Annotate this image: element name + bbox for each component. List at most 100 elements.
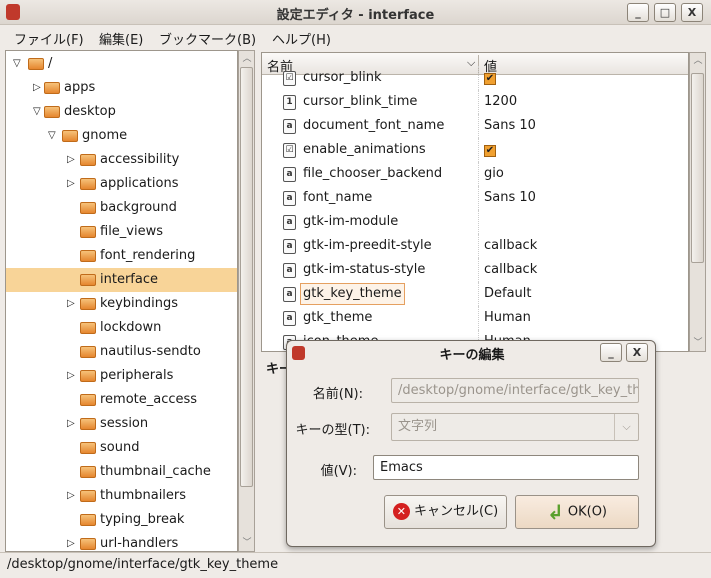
checkbox[interactable]: ✔ [484, 73, 496, 85]
string-key-icon: a [283, 215, 296, 230]
tree-scrollbar[interactable]: ︿ ﹀ [238, 50, 255, 552]
tree-item[interactable]: nautilus-sendto [6, 340, 237, 364]
key-row[interactable]: a gtk-im-preedit-style callback [262, 234, 688, 258]
scroll-up-icon[interactable]: ︿ [240, 52, 254, 66]
expander-open-icon[interactable]: ▽ [33, 100, 41, 124]
value-input[interactable]: Emacs [373, 455, 639, 480]
key-list[interactable]: 名前 ⌵ 値 ☑ cursor_blink ✔ 1 cursor_blink_time 1… [261, 52, 689, 352]
menu-file[interactable]: ファイル(F) [14, 29, 84, 48]
expander-closed-icon[interactable]: ▷ [67, 148, 75, 172]
tree-item[interactable]: ▷ accessibility [6, 148, 237, 172]
tree-item[interactable]: ▷ url-handlers [6, 532, 237, 551]
close-button[interactable]: X [681, 3, 703, 22]
key-value: Sans 10 [484, 118, 536, 133]
key-row[interactable]: a gtk_theme Human [262, 306, 688, 330]
cancel-icon: ✕ [392, 503, 410, 520]
tree-item-label: applications [100, 176, 179, 191]
tree-item[interactable]: ▷ session [6, 412, 237, 436]
key-name: font_name [303, 190, 373, 205]
folder-icon [62, 130, 78, 142]
enter-arrow-icon: ↲ [546, 500, 564, 524]
folder-icon [44, 106, 60, 118]
key-row[interactable]: a font_name Sans 10 [262, 186, 688, 210]
tree-item[interactable]: ▽ gnome [6, 124, 237, 148]
tree-item[interactable]: ▷ thumbnailers [6, 484, 237, 508]
expander-closed-icon[interactable]: ▷ [67, 484, 75, 508]
status-bar: /desktop/gnome/interface/gtk_key_theme [0, 552, 711, 578]
expander-closed-icon[interactable]: ▷ [33, 76, 41, 100]
menu-bookmarks[interactable]: ブックマーク(B) [159, 29, 256, 48]
tree-item[interactable]: ▷ apps [6, 76, 237, 100]
expander-closed-icon[interactable]: ▷ [67, 412, 75, 436]
ok-button[interactable]: ↲ OK(O) [515, 495, 639, 529]
key-list-scrollbar[interactable]: ︿ ﹀ [689, 52, 706, 352]
boolean-key-icon: ☑ [283, 143, 296, 158]
tree-item[interactable]: thumbnail_cache [6, 460, 237, 484]
directory-tree[interactable]: ▽ / ▷ apps ▽ desktop ▽ gnome ▷ accessibility ▷ appl… [5, 50, 238, 552]
menu-edit[interactable]: 編集(E) [99, 29, 143, 48]
key-row[interactable]: a gtk-im-status-style callback [262, 258, 688, 282]
tree-item-label: gnome [82, 128, 128, 143]
scroll-down-icon[interactable]: ﹀ [240, 536, 254, 550]
folder-icon [80, 466, 96, 478]
expander-closed-icon[interactable]: ▷ [67, 292, 75, 316]
key-row[interactable]: 1 cursor_blink_time 1200 [262, 90, 688, 114]
key-row[interactable]: a file_chooser_backend gio [262, 162, 688, 186]
tree-item[interactable]: ▽ desktop [6, 100, 237, 124]
tree-item[interactable]: lockdown [6, 316, 237, 340]
folder-icon [44, 82, 60, 94]
ok-label: OK(O) [567, 504, 608, 520]
key-row[interactable]: a gtk-im-module [262, 210, 688, 234]
tree-item[interactable]: font_rendering [6, 244, 237, 268]
name-field: /desktop/gnome/interface/gtk_key_theme [391, 378, 639, 403]
window-title: 設定エディタ - interface [276, 8, 435, 23]
tree-item-label: keybindings [100, 296, 178, 311]
scroll-up-icon[interactable]: ︿ [691, 54, 705, 68]
tree-item-label: nautilus-sendto [100, 344, 201, 359]
expander-closed-icon[interactable]: ▷ [67, 364, 75, 388]
folder-icon [80, 178, 96, 190]
dialog-close-button[interactable]: X [626, 343, 648, 362]
scroll-down-icon[interactable]: ﹀ [691, 336, 705, 350]
key-value: Default [484, 286, 532, 301]
key-scroll-thumb[interactable] [691, 73, 704, 263]
string-key-icon: a [283, 287, 296, 302]
tree-item[interactable]: ▷ applications [6, 172, 237, 196]
tree-item[interactable]: ▽ / [6, 52, 237, 76]
key-row[interactable]: a gtk_key_theme Default [262, 282, 688, 306]
maximize-button[interactable]: □ [654, 3, 676, 22]
key-row[interactable]: ☑ enable_animations ✔ [262, 138, 688, 162]
key-row[interactable]: ☑ cursor_blink ✔ [262, 66, 688, 90]
tree-scroll-thumb[interactable] [240, 67, 253, 487]
folder-icon [80, 298, 96, 310]
type-label: キーの型(T): [295, 423, 370, 438]
key-name: cursor_blink_time [303, 94, 418, 109]
key-row[interactable]: a document_font_name Sans 10 [262, 114, 688, 138]
expander-open-icon[interactable]: ▽ [13, 52, 21, 76]
tree-item[interactable]: ▷ peripherals [6, 364, 237, 388]
folder-icon [80, 538, 96, 550]
tree-item-label: peripherals [100, 368, 174, 383]
expander-closed-icon[interactable]: ▷ [67, 532, 75, 551]
cancel-button[interactable]: ✕ キャンセル(C) [384, 495, 507, 529]
folder-icon [80, 490, 96, 502]
tree-item[interactable]: background [6, 196, 237, 220]
tree-item[interactable]: typing_break [6, 508, 237, 532]
tree-item[interactable]: file_views [6, 220, 237, 244]
expander-closed-icon[interactable]: ▷ [67, 172, 75, 196]
tree-item[interactable]: sound [6, 436, 237, 460]
expander-open-icon[interactable]: ▽ [48, 124, 56, 148]
tree-item-label: thumbnailers [100, 488, 187, 503]
tree-item[interactable]: remote_access [6, 388, 237, 412]
minimize-button[interactable]: _ [627, 3, 649, 22]
dialog-minimize-button[interactable]: _ [600, 343, 622, 362]
folder-icon [80, 346, 96, 358]
checkbox[interactable]: ✔ [484, 145, 496, 157]
tree-item[interactable]: ▷ keybindings [6, 292, 237, 316]
tree-item[interactable]: interface [6, 268, 237, 292]
integer-key-icon: 1 [283, 95, 296, 110]
folder-icon [80, 394, 96, 406]
key-value: callback [484, 238, 538, 253]
menu-help[interactable]: ヘルプ(H) [272, 29, 331, 48]
chevron-down-icon: ⌵ [614, 414, 638, 440]
